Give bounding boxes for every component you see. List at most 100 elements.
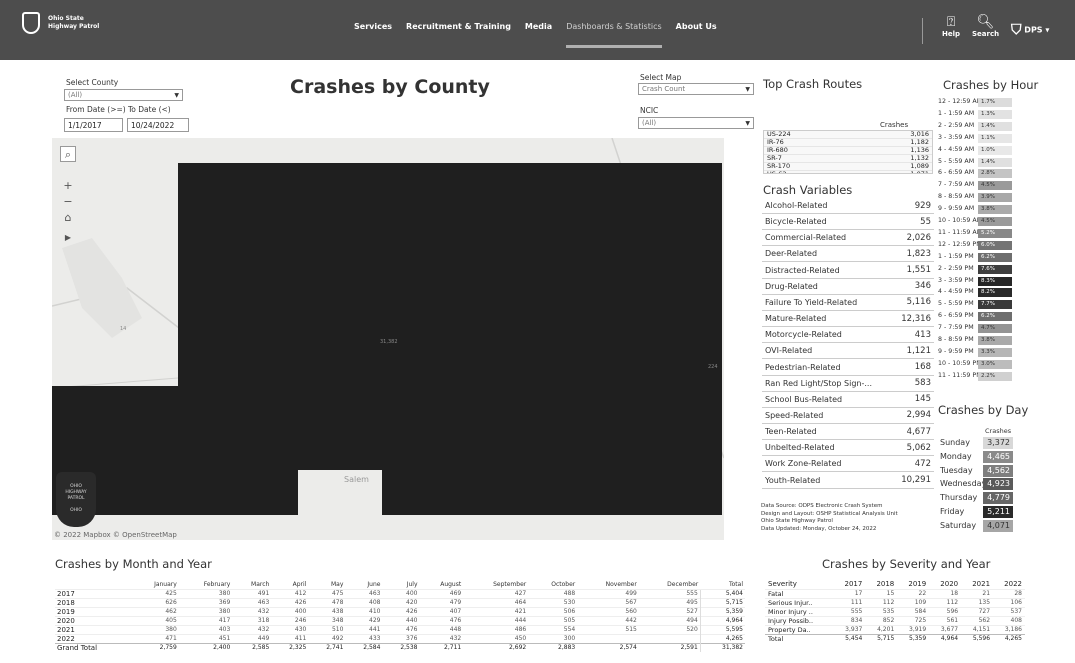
route-row[interactable]: US-62 1,071 <box>764 171 932 174</box>
hour-row[interactable]: 7 - 7:59 PM 4.7% <box>938 324 1013 334</box>
hour-row[interactable]: 10 - 10:59 AM 4.5% <box>938 217 1013 226</box>
county-map[interactable]: 31,382 Salem 14 224 ⌕ + − ⌂ ▶ <box>52 138 724 540</box>
crash-variable-row[interactable]: Pedestrian-Related 168 <box>762 360 934 376</box>
account-menu[interactable]: ⛉ DPS ▾ <box>1011 22 1049 38</box>
day-row[interactable]: Saturday 4,071 <box>940 519 1013 532</box>
crash-variable-row[interactable]: Ran Red Light/Stop Sign-... 583 <box>762 376 934 392</box>
hour-row[interactable]: 1 - 1:59 AM 1.3% <box>938 109 1013 119</box>
hour-row[interactable]: 7 - 7:59 AM 4.5% <box>938 181 1013 191</box>
play-arrow-icon[interactable]: ▶ <box>60 230 76 246</box>
route-row[interactable]: IR-680 1,136 <box>764 147 932 155</box>
nav-link-services[interactable]: Services <box>354 22 392 48</box>
hour-row[interactable]: 8 - 8:59 PM 3.8% <box>938 336 1013 345</box>
crash-variable-row[interactable]: Youth-Related 10,291 <box>762 473 934 489</box>
hour-row[interactable]: 5 - 5:59 PM 7.7% <box>938 300 1013 310</box>
day-label: Thursday <box>940 493 978 503</box>
ohp-logo[interactable]: Ohio State Highway Patrol <box>22 12 99 34</box>
map-search-icon[interactable]: ⌕ <box>60 146 76 162</box>
table-cell: 727 <box>961 606 994 616</box>
table-cell: 626 <box>132 597 179 607</box>
day-row[interactable]: Sunday 3,372 <box>940 437 1013 449</box>
crash-variable-row[interactable]: School Bus-Related 145 <box>762 392 934 408</box>
table-cell: 852 <box>865 615 898 625</box>
route-crashes: 1,132 <box>910 154 929 162</box>
day-label: Sunday <box>940 438 970 447</box>
table-cell: 463 <box>232 597 272 607</box>
table-cell: 2,591 <box>638 642 701 652</box>
top-crash-routes-list[interactable]: US-224 3,016 IR-76 1,182 IR-680 1,136 SR-7 1,13… <box>763 130 933 174</box>
day-row[interactable]: Monday 4,465 <box>940 450 1013 463</box>
hour-row[interactable]: 6 - 6:59 PM 6.2% <box>938 312 1013 322</box>
day-row[interactable]: Thursday 4,779 <box>940 492 1013 505</box>
crash-variable-row[interactable]: OVI-Related 1,121 <box>762 343 934 360</box>
map-select[interactable]: Crash Count ▼ <box>638 83 754 95</box>
ncic-select[interactable]: (All) ▼ <box>638 117 754 129</box>
hour-row[interactable]: 11 - 11:59 AM 5.2% <box>938 228 1013 238</box>
day-row[interactable]: Friday 5,211 <box>940 506 1013 518</box>
hour-row[interactable]: 8 - 8:59 AM 3.9% <box>938 193 1013 203</box>
column-header <box>55 580 132 589</box>
table-cell: 5,715 <box>699 597 745 607</box>
crash-variable-row[interactable]: Failure To Yield-Related 5,116 <box>762 295 934 311</box>
crash-variable-row[interactable]: Bicycle-Related 55 <box>762 214 934 231</box>
day-row[interactable]: Tuesday 4,562 <box>940 464 1013 477</box>
nav-link-recruitment-training[interactable]: Recruitment & Training <box>406 22 511 48</box>
crash-variable-row[interactable]: Work Zone-Related 472 <box>762 456 934 473</box>
crash-variable-row[interactable]: Speed-Related 2,994 <box>762 408 934 424</box>
hour-label: 8 - 8:59 PM <box>938 336 974 343</box>
table-cell: 2,538 <box>382 642 420 652</box>
crash-variable-row[interactable]: Drug-Related 346 <box>762 279 934 295</box>
crash-variable-row[interactable]: Motorcycle-Related 413 <box>762 327 934 344</box>
route-row[interactable]: SR-170 1,089 <box>764 163 932 171</box>
hour-percent-cell: 8.2% <box>978 288 1012 298</box>
table-cell: 5,454 <box>833 633 866 643</box>
hour-row[interactable]: 4 - 4:59 PM 8.2% <box>938 288 1013 298</box>
county-select[interactable]: (All) ▼ <box>64 89 183 101</box>
zoom-in-button[interactable]: + <box>60 178 76 194</box>
home-icon[interactable]: ⌂ <box>60 210 76 226</box>
table-cell: 18 <box>929 588 962 598</box>
hour-row[interactable]: 9 - 9:59 PM 3.3% <box>938 347 1013 357</box>
hour-row[interactable]: 2 - 2:59 PM 7.6% <box>938 264 1013 274</box>
nav-link-dashboards-statistics[interactable]: Dashboards & Statistics <box>566 22 662 48</box>
table-cell: 463 <box>345 588 383 598</box>
hour-row[interactable]: 5 - 5:59 AM 1.4% <box>938 157 1013 167</box>
crash-variable-row[interactable]: Teen-Related 4,677 <box>762 424 934 441</box>
row-header: Grand Total <box>55 642 133 652</box>
crash-variable-row[interactable]: Alcohol-Related 929 <box>762 198 934 214</box>
hour-row[interactable]: 2 - 2:59 AM 1.4% <box>938 121 1013 131</box>
from-date-input[interactable]: 1/1/2017 <box>64 118 123 132</box>
search-button[interactable]: 🔍︎ Search <box>972 14 999 38</box>
crash-variable-row[interactable]: Deer-Related 1,823 <box>762 246 934 263</box>
nav-link-about-us[interactable]: About Us <box>676 22 717 48</box>
hour-row[interactable]: 3 - 3:59 AM 1.1% <box>938 133 1013 143</box>
to-date-input[interactable]: 10/24/2022 <box>127 118 189 132</box>
crash-variable-row[interactable]: Mature-Related 12,316 <box>762 311 934 328</box>
help-button[interactable]: ⍰ Help <box>942 14 960 38</box>
crash-variable-row[interactable]: Commercial-Related 2,026 <box>762 230 934 247</box>
hour-percent-cell: 4.7% <box>978 324 1012 334</box>
hour-row[interactable]: 6 - 6:59 AM 2.8% <box>938 169 1013 179</box>
table-cell: 5,596 <box>961 633 994 643</box>
crash-variable-row[interactable]: Distracted-Related 1,551 <box>762 263 934 279</box>
crash-variable-row[interactable]: Unbelted-Related 5,062 <box>762 440 934 457</box>
day-row[interactable]: Wednesday 4,923 <box>940 478 1013 491</box>
table-cell: 494 <box>638 615 701 625</box>
route-row[interactable]: US-224 3,016 <box>764 131 932 139</box>
column-header: 2022 <box>1004 580 1022 589</box>
route-row[interactable]: IR-76 1,182 <box>764 139 932 147</box>
hour-row[interactable]: 4 - 4:59 AM 1.0% <box>938 145 1013 155</box>
day-column-header: Crashes <box>985 427 1012 435</box>
hour-row[interactable]: 11 - 11:59 PM 2.2% <box>938 371 1013 381</box>
zoom-out-button[interactable]: − <box>60 194 76 210</box>
hour-row[interactable]: 12 - 12:59 PM 6.0% <box>938 240 1013 250</box>
table-cell: 530 <box>528 597 578 607</box>
nav-link-media[interactable]: Media <box>525 22 552 48</box>
table-cell: 246 <box>271 615 309 625</box>
hour-row[interactable]: 12 - 12:59 AM 1.7% <box>938 98 1013 107</box>
hour-row[interactable]: 3 - 3:59 PM 8.3% <box>938 276 1013 286</box>
hour-row[interactable]: 1 - 1:59 PM 6.2% <box>938 252 1013 262</box>
hour-row[interactable]: 9 - 9:59 AM 3.8% <box>938 205 1013 215</box>
hour-row[interactable]: 10 - 10:59 PM 3.0% <box>938 359 1013 369</box>
table-header-row: Severity 2017 2018 2019 2020 2021 2022 <box>765 580 1025 589</box>
